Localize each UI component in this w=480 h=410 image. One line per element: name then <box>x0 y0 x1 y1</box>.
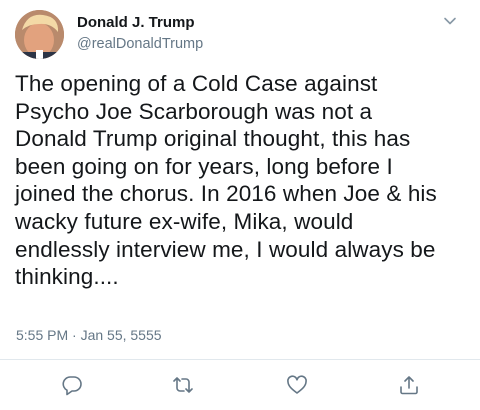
author-name[interactable]: Donald J. Trump <box>77 14 195 31</box>
chevron-down-icon[interactable] <box>442 13 458 29</box>
reply-icon[interactable] <box>61 374 83 396</box>
tweet-timestamp[interactable]: 5:55 PM · Jan 55, 5555 <box>16 327 162 343</box>
heart-icon[interactable] <box>286 374 308 396</box>
author-handle[interactable]: @realDonaldTrump <box>77 36 203 52</box>
divider <box>0 359 480 360</box>
retweet-icon[interactable] <box>172 374 194 396</box>
avatar[interactable] <box>15 10 64 59</box>
share-icon[interactable] <box>398 374 420 396</box>
tweet-text: The opening of a Cold Case against Psych… <box>15 71 437 290</box>
avatar-image <box>15 10 64 59</box>
action-bar <box>0 366 480 402</box>
